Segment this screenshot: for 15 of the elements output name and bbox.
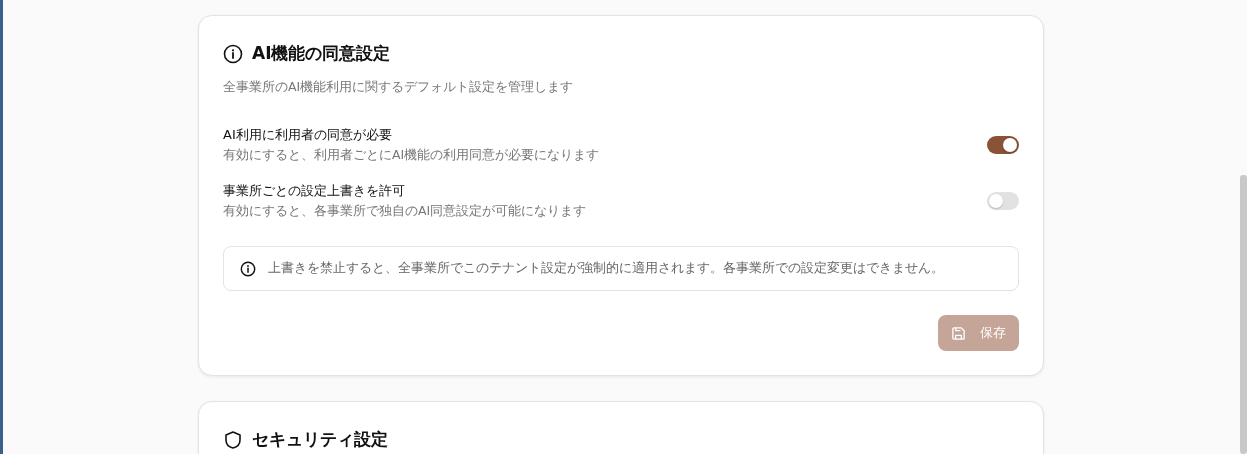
setting-description: 有効にすると、利用者ごとにAI機能の利用同意が必要になります [223,147,600,164]
toggle-switch[interactable] [987,136,1019,154]
info-icon [223,43,243,64]
shield-icon [223,429,243,450]
card-title: セキュリティ設定 [252,428,388,451]
setting-label: AI利用に利用者の同意が必要 [223,126,393,144]
setting-description: 有効にすると、各事業所で独自のAI同意設定が可能になります [223,203,587,220]
notice-text: 上書きを禁止すると、全事業所でこのテナント設定が強制的に適用されます。各事業所での設定変更はできません。 [268,260,944,277]
info-icon [240,260,256,277]
scrollbar[interactable] [1240,175,1247,454]
toggle-switch[interactable] [987,192,1019,210]
setting-label: 事業所ごとの設定上書きを許可 [223,182,406,200]
card-title: AI機能の同意設定 [252,42,391,65]
card-description: 全事業所のAI機能利用に関するデフォルト設定を管理します [223,79,575,96]
save-icon [951,325,966,341]
